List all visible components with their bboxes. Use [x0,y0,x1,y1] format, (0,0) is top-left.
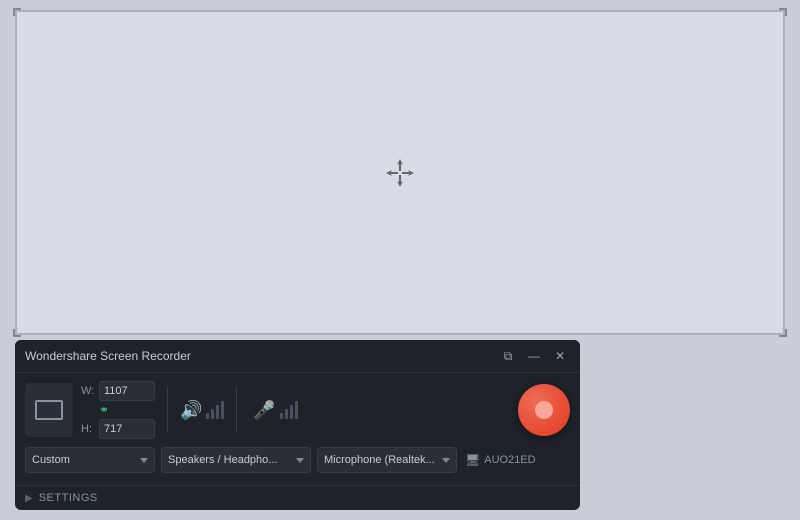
vertical-divider-1 [167,388,168,432]
vbar-1 [206,413,209,419]
display-label: AUO21ED [484,454,535,466]
mic-dropdown[interactable]: Microphone (Realtek... [317,447,457,473]
vertical-divider-2 [236,388,237,432]
width-label: W: [81,385,95,397]
dropdowns-row: Custom Full Screen 1280×720 1920×1080 Sp… [25,447,570,473]
settings-arrow: ▶ [25,493,33,504]
settings-label: SETTINGS [39,492,98,504]
record-button[interactable] [518,384,570,436]
titlebar-buttons: ⧉ — ✕ [498,346,570,366]
control-panel: Wondershare Screen Recorder ⧉ — ✕ W: ⚭ [15,340,580,510]
resize-handle-tl[interactable] [13,8,21,16]
mic-vbar-4 [295,401,298,419]
width-input[interactable] [99,381,155,401]
minimize-button[interactable]: — [524,346,544,366]
display-icon: 🖥 [465,453,480,467]
speakers-dropdown[interactable]: Speakers / Headpho... [161,447,311,473]
speaker-section: 🔊 [180,400,224,421]
panel-body: W: ⚭ H: 🔊 [15,373,580,483]
link-icon[interactable]: ⚭ [99,403,109,417]
speaker-button[interactable]: 🔊 [180,400,202,421]
settings-row[interactable]: ▶ SETTINGS [15,485,580,510]
resize-handle-br[interactable] [779,329,787,337]
height-input[interactable] [99,419,155,439]
display-info: 🖥 AUO21ED [465,453,536,467]
screen-icon [35,400,63,420]
width-row: W: [81,381,155,401]
link-row: ⚭ [81,403,155,417]
resize-handle-tr[interactable] [779,8,787,16]
vbar-3 [216,405,219,419]
maximize-button[interactable]: ⧉ [498,346,518,366]
close-button[interactable]: ✕ [550,346,570,366]
mic-icon: 🎤 [253,400,275,421]
vbar-2 [211,409,214,419]
mic-volume-bars [280,401,298,419]
height-row: H: [81,419,155,439]
dimensions-wrap: W: ⚭ H: [81,381,155,439]
mic-vbar-3 [290,405,293,419]
panel-title: Wondershare Screen Recorder [25,349,191,363]
custom-dropdown[interactable]: Custom Full Screen 1280×720 1920×1080 [25,447,155,473]
height-label: H: [81,423,95,435]
mic-section: 🎤 [253,400,297,421]
speaker-icon: 🔊 [180,400,202,421]
mic-vbar-1 [280,413,283,419]
capture-area[interactable] [15,10,785,335]
resize-handle-bl[interactable] [13,329,21,337]
screen-icon-wrap [25,383,73,437]
move-cursor-icon [384,157,416,189]
speaker-volume-bars [206,401,224,419]
panel-titlebar: Wondershare Screen Recorder ⧉ — ✕ [15,340,580,373]
record-dot [535,401,553,419]
controls-row: W: ⚭ H: 🔊 [25,381,570,439]
mic-button[interactable]: 🎤 [253,400,275,421]
mic-vbar-2 [285,409,288,419]
vbar-4 [221,401,224,419]
